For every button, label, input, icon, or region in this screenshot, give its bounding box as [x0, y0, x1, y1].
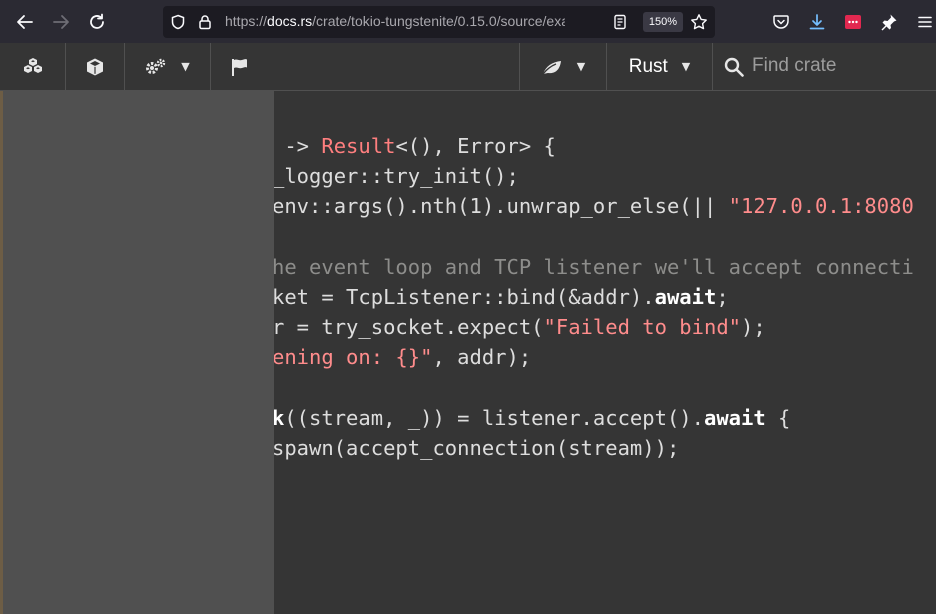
browser-toolbar: https://docs.rs/crate/tokio-tungstenite/…: [0, 0, 936, 43]
code-token: spawn(accept_connection(stream));: [274, 435, 680, 460]
code-line: env::args().nth(1).unwrap_or_else(|| "12…: [274, 191, 914, 221]
code-token: await: [703, 405, 766, 430]
docs-nav-bar: ▼ ▼ Rust ▼ Find crate: [0, 43, 936, 91]
reader-view-icon[interactable]: [611, 13, 629, 31]
menu-icon[interactable]: [914, 11, 936, 33]
source-code-area: -> Result<(), Error> {_logger::try_init(…: [274, 91, 936, 614]
code-line: _logger::try_init();: [274, 161, 914, 191]
code-token: {: [765, 405, 791, 430]
cube-icon: [87, 58, 103, 75]
arrow-left-icon: [17, 15, 33, 29]
code-token: , addr);: [432, 345, 532, 370]
extension-password-icon[interactable]: [842, 11, 864, 33]
back-button[interactable]: [13, 10, 37, 34]
url-path: /crate/tokio-tungstenite/0.15.0/source/e…: [312, 13, 565, 29]
shield-icon[interactable]: [169, 13, 187, 31]
reload-icon: [90, 13, 104, 29]
sidebar-edge: [0, 91, 3, 614]
source-code: -> Result<(), Error> {_logger::try_init(…: [274, 131, 914, 463]
forward-button[interactable]: [49, 10, 73, 34]
caret-down-icon: ▼: [181, 60, 190, 73]
url-bar[interactable]: https://docs.rs/crate/tokio-tungstenite/…: [163, 6, 715, 38]
code-line: k((stream, _)) = listener.accept().await…: [274, 403, 914, 433]
search-icon: [722, 43, 746, 90]
leaf-icon: [542, 60, 561, 74]
caret-down-icon: ▼: [681, 60, 691, 73]
code-token: ->: [274, 134, 322, 158]
pocket-icon[interactable]: [770, 11, 792, 33]
source-sidebar: [0, 91, 274, 614]
code-token: k: [274, 405, 285, 430]
lock-icon[interactable]: [196, 13, 214, 31]
rust-menu-label: Rust: [628, 55, 668, 77]
reload-button[interactable]: [85, 10, 109, 34]
rust-menu-button[interactable]: Rust ▼: [607, 43, 712, 90]
url-text[interactable]: https://docs.rs/crate/tokio-tungstenite/…: [225, 13, 565, 31]
code-line: he event loop and TCP listener we'll acc…: [274, 252, 914, 282]
code-line: ening on: {}", addr);: [274, 342, 914, 372]
code-line: r = try_socket.expect("Failed to bind");: [274, 312, 914, 342]
code-token: Result: [321, 134, 396, 158]
code-token: );: [741, 315, 766, 340]
code-token: "127.0.0.1:8080: [728, 194, 914, 219]
url-prefix: https://: [225, 13, 268, 29]
pin-icon[interactable]: [878, 11, 900, 33]
gears-icon: [146, 58, 166, 74]
zoom-level-badge[interactable]: 150%: [643, 12, 683, 32]
code-token: <(), Error> {: [395, 134, 556, 158]
nav-separator: [712, 43, 713, 90]
find-crate-input[interactable]: Find crate: [752, 55, 836, 77]
code-token: _logger::try_init();: [274, 164, 519, 189]
code-token: ((stream, _)) = listener.accept().: [284, 405, 704, 430]
code-token: ket = TcpListener::bind(&addr).: [274, 284, 655, 309]
arrow-right-icon: [53, 15, 69, 29]
settings-menu-button[interactable]: ▼: [125, 43, 210, 90]
theme-menu-button[interactable]: ▼: [520, 43, 606, 90]
flag-icon: [232, 58, 247, 76]
star-icon[interactable]: [690, 13, 708, 31]
code-line: spawn(accept_connection(stream));: [274, 433, 914, 463]
url-host: docs.rs: [267, 13, 313, 29]
code-token: ;: [716, 284, 729, 309]
releases-button[interactable]: [211, 43, 269, 90]
docs-rs-logo-button[interactable]: [0, 43, 65, 90]
crate-button[interactable]: [66, 43, 124, 90]
code-token: env::args().nth(1).unwrap_or_else(||: [274, 194, 729, 219]
code-token: r = try_socket.expect(: [274, 315, 544, 340]
caret-down-icon: ▼: [576, 60, 586, 73]
code-line: -> Result<(), Error> {: [274, 131, 914, 161]
code-line: ket = TcpListener::bind(&addr).await;: [274, 282, 914, 312]
code-token: "Failed to bind": [543, 315, 742, 340]
code-token: await: [654, 284, 717, 309]
download-icon[interactable]: [806, 11, 828, 33]
cubes-icon: [23, 57, 42, 73]
code-token: he event loop and TCP listener we'll acc…: [274, 254, 914, 279]
code-token: ening on: {}": [274, 345, 433, 370]
